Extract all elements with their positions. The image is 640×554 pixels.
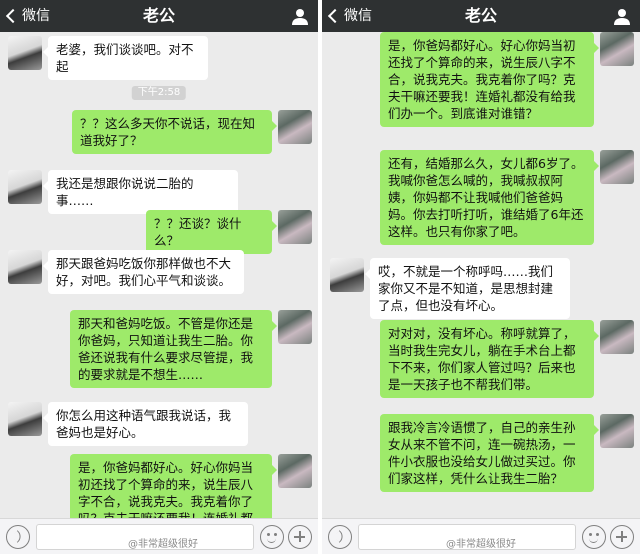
chevron-left-icon: [327, 8, 343, 24]
avatar[interactable]: [278, 210, 312, 244]
nav-bar: 微信 老公: [0, 0, 318, 32]
back-button[interactable]: 微信: [5, 0, 50, 32]
avatar[interactable]: [8, 250, 42, 284]
timestamp: 下午2:58: [131, 86, 187, 100]
person-icon[interactable]: [290, 6, 310, 26]
plus-icon[interactable]: [610, 525, 634, 549]
emoji-icon[interactable]: [260, 525, 284, 549]
message-bubble[interactable]: ？？还谈？谈什么？: [146, 210, 277, 254]
message-list[interactable]: 老婆，我们谈谈吧。对不起 下午2:58 ？？这么多天你不说话，现在知道我好了？ …: [0, 32, 318, 518]
input-bar: @非常超级很好: [322, 518, 640, 554]
watermark: @非常超级很好: [128, 539, 198, 550]
message-bubble[interactable]: ？？这么多天你不说话，现在知道我好了？: [72, 110, 277, 154]
message-bubble[interactable]: 还有，结婚那么久，女儿都6岁了。我喊你爸怎么喊的，我喊叔叔阿姨，你妈都不让我喊他…: [380, 150, 599, 245]
person-icon[interactable]: [612, 6, 632, 26]
avatar[interactable]: [278, 454, 312, 488]
message-bubble[interactable]: 对对对，没有坏心。称呼就算了，当时我生完女儿，躺在手术台上都下不来，你们家人管过…: [380, 320, 599, 398]
message-bubble[interactable]: 那天跟爸妈吃饭你那样做也不大好，对吧。我们心平气和谈谈。: [43, 250, 244, 294]
chat-screen-right: 微信 老公 是，你爸妈都好心。好心你妈当初还找了个算命的来，说生辰八字不合，说我…: [322, 0, 640, 554]
avatar[interactable]: [330, 258, 364, 292]
back-label: 微信: [22, 8, 50, 24]
message-bubble[interactable]: 是，你爸妈都好心。好心你妈当初还找了个算命的来，说生辰八字不合，说我克夫。我克着…: [380, 32, 599, 127]
watermark: @非常超级很好: [446, 539, 516, 550]
voice-icon[interactable]: [328, 525, 352, 549]
avatar[interactable]: [278, 310, 312, 344]
back-label: 微信: [344, 8, 372, 24]
avatar[interactable]: [8, 170, 42, 204]
avatar[interactable]: [600, 320, 634, 354]
avatar[interactable]: [8, 402, 42, 436]
message-bubble[interactable]: 跟我冷言冷语惯了，自己的亲生孙女从来不管不问，连一碗热汤，一件小衣服也没给女儿做…: [380, 414, 599, 492]
avatar[interactable]: [278, 110, 312, 144]
chevron-left-icon: [5, 8, 21, 24]
message-list[interactable]: 是，你爸妈都好心。好心你妈当初还找了个算命的来，说生辰八字不合，说我克夫。我克着…: [322, 32, 640, 518]
message-bubble[interactable]: 你怎么用这种语气跟我说话，我爸妈也是好心。: [43, 402, 248, 446]
voice-icon[interactable]: [6, 525, 30, 549]
emoji-icon[interactable]: [582, 525, 606, 549]
back-button[interactable]: 微信: [327, 0, 372, 32]
avatar[interactable]: [600, 32, 634, 66]
message-bubble[interactable]: 那天和爸妈吃饭。不管是你还是你爸妈，只知道让我生二胎。你爸还说我有什么要求尽管提…: [70, 310, 277, 388]
message-bubble[interactable]: 老婆，我们谈谈吧。对不起: [43, 36, 208, 80]
message-bubble[interactable]: 我还是想跟你说说二胎的事……: [43, 170, 238, 214]
chat-screen-left: 微信 老公 老婆，我们谈谈吧。对不起 下午2:58 ？？这么多天你不说话，现在知…: [0, 0, 318, 554]
avatar[interactable]: [600, 414, 634, 448]
message-bubble[interactable]: 是，你爸妈都好心。好心你妈当初还找了个算命的来，说生辰八字不合，说我克夫。我克着…: [70, 454, 277, 518]
avatar[interactable]: [600, 150, 634, 184]
nav-bar: 微信 老公: [322, 0, 640, 32]
avatar[interactable]: [8, 36, 42, 70]
plus-icon[interactable]: [288, 525, 312, 549]
input-bar: @非常超级很好: [0, 518, 318, 554]
message-bubble[interactable]: 哎，不就是一个称呼吗……我们家你又不是不知道，是思想封建了点，但也没有坏心。: [365, 258, 570, 319]
message-row: 老婆，我们谈谈吧。对不起: [0, 36, 318, 80]
